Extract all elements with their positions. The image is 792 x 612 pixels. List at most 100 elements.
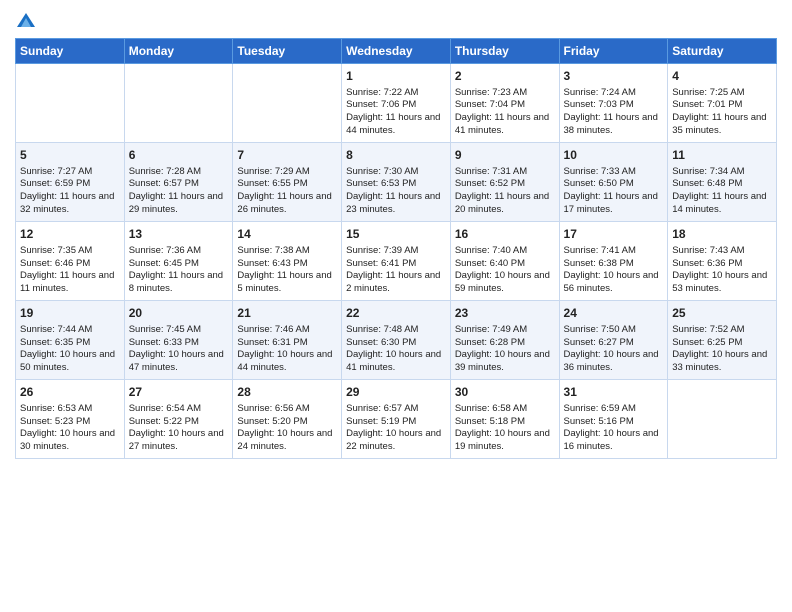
calendar-header-row: SundayMondayTuesdayWednesdayThursdayFrid… bbox=[16, 38, 777, 63]
calendar-cell: 5 Sunrise: 7:27 AM Sunset: 6:59 PM Daylig… bbox=[16, 142, 125, 221]
cell-content: Sunrise: 7:31 AM Sunset: 6:52 PM Dayligh… bbox=[455, 166, 555, 217]
calendar-cell: 25 Sunrise: 7:52 AM Sunset: 6:25 PM Dayli… bbox=[668, 300, 777, 379]
day-number: 18 bbox=[672, 226, 772, 243]
day-number: 7 bbox=[237, 147, 337, 164]
calendar-cell: 12 Sunrise: 7:35 AM Sunset: 6:46 PM Dayli… bbox=[16, 221, 125, 300]
cell-content: Sunrise: 7:49 AM Sunset: 6:28 PM Dayligh… bbox=[455, 324, 555, 375]
week-row-3: 12 Sunrise: 7:35 AM Sunset: 6:46 PM Dayli… bbox=[16, 221, 777, 300]
day-number: 13 bbox=[129, 226, 229, 243]
cell-content: Sunrise: 7:34 AM Sunset: 6:48 PM Dayligh… bbox=[672, 166, 772, 217]
calendar-cell: 26Sunrise: 6:53 AM Sunset: 5:23 PM Dayli… bbox=[16, 379, 125, 458]
week-row-5: 26Sunrise: 6:53 AM Sunset: 5:23 PM Dayli… bbox=[16, 379, 777, 458]
calendar-table: SundayMondayTuesdayWednesdayThursdayFrid… bbox=[15, 38, 777, 459]
cell-content: Sunrise: 7:52 AM Sunset: 6:25 PM Dayligh… bbox=[672, 324, 772, 375]
col-header-monday: Monday bbox=[124, 38, 233, 63]
cell-content: Sunrise: 7:48 AM Sunset: 6:30 PM Dayligh… bbox=[346, 324, 446, 375]
cell-content: Sunrise: 7:41 AM Sunset: 6:38 PM Dayligh… bbox=[564, 245, 664, 296]
cell-content: Sunrise: 7:30 AM Sunset: 6:53 PM Dayligh… bbox=[346, 166, 446, 217]
cell-content: Sunrise: 6:56 AM Sunset: 5:20 PM Dayligh… bbox=[237, 403, 337, 454]
calendar-cell bbox=[124, 63, 233, 142]
day-number: 9 bbox=[455, 147, 555, 164]
day-number: 24 bbox=[564, 305, 664, 322]
calendar-cell: 17 Sunrise: 7:41 AM Sunset: 6:38 PM Dayli… bbox=[559, 221, 668, 300]
cell-content: Sunrise: 7:24 AM Sunset: 7:03 PM Dayligh… bbox=[564, 87, 664, 138]
day-number: 25 bbox=[672, 305, 772, 322]
week-row-4: 19 Sunrise: 7:44 AM Sunset: 6:35 PM Dayli… bbox=[16, 300, 777, 379]
day-number: 3 bbox=[564, 68, 664, 85]
cell-content: Sunrise: 7:23 AM Sunset: 7:04 PM Dayligh… bbox=[455, 87, 555, 138]
week-row-2: 5 Sunrise: 7:27 AM Sunset: 6:59 PM Daylig… bbox=[16, 142, 777, 221]
cell-content: Sunrise: 6:54 AM Sunset: 5:22 PM Dayligh… bbox=[129, 403, 229, 454]
calendar-cell bbox=[668, 379, 777, 458]
cell-content: Sunrise: 7:44 AM Sunset: 6:35 PM Dayligh… bbox=[20, 324, 120, 375]
day-number: 8 bbox=[346, 147, 446, 164]
cell-content: Sunrise: 6:53 AM Sunset: 5:23 PM Dayligh… bbox=[20, 403, 120, 454]
week-row-1: 1 Sunrise: 7:22 AM Sunset: 7:06 PM Daylig… bbox=[16, 63, 777, 142]
col-header-wednesday: Wednesday bbox=[342, 38, 451, 63]
cell-content: Sunrise: 7:50 AM Sunset: 6:27 PM Dayligh… bbox=[564, 324, 664, 375]
calendar-cell bbox=[16, 63, 125, 142]
calendar-cell: 10 Sunrise: 7:33 AM Sunset: 6:50 PM Dayli… bbox=[559, 142, 668, 221]
cell-content: Sunrise: 7:25 AM Sunset: 7:01 PM Dayligh… bbox=[672, 87, 772, 138]
cell-content: Sunrise: 7:22 AM Sunset: 7:06 PM Dayligh… bbox=[346, 87, 446, 138]
cell-content: Sunrise: 7:40 AM Sunset: 6:40 PM Dayligh… bbox=[455, 245, 555, 296]
day-number: 4 bbox=[672, 68, 772, 85]
cell-content: Sunrise: 7:35 AM Sunset: 6:46 PM Dayligh… bbox=[20, 245, 120, 296]
calendar-cell: 23 Sunrise: 7:49 AM Sunset: 6:28 PM Dayli… bbox=[450, 300, 559, 379]
day-number: 21 bbox=[237, 305, 337, 322]
calendar-cell: 9 Sunrise: 7:31 AM Sunset: 6:52 PM Daylig… bbox=[450, 142, 559, 221]
day-number: 15 bbox=[346, 226, 446, 243]
col-header-saturday: Saturday bbox=[668, 38, 777, 63]
calendar-cell: 15 Sunrise: 7:39 AM Sunset: 6:41 PM Dayli… bbox=[342, 221, 451, 300]
cell-content: Sunrise: 7:27 AM Sunset: 6:59 PM Dayligh… bbox=[20, 166, 120, 217]
day-number: 16 bbox=[455, 226, 555, 243]
cell-content: Sunrise: 7:33 AM Sunset: 6:50 PM Dayligh… bbox=[564, 166, 664, 217]
calendar-cell: 8 Sunrise: 7:30 AM Sunset: 6:53 PM Daylig… bbox=[342, 142, 451, 221]
col-header-tuesday: Tuesday bbox=[233, 38, 342, 63]
col-header-thursday: Thursday bbox=[450, 38, 559, 63]
cell-content: Sunrise: 6:59 AM Sunset: 5:16 PM Dayligh… bbox=[564, 403, 664, 454]
day-number: 22 bbox=[346, 305, 446, 322]
day-number: 19 bbox=[20, 305, 120, 322]
day-number: 5 bbox=[20, 147, 120, 164]
cell-content: Sunrise: 7:28 AM Sunset: 6:57 PM Dayligh… bbox=[129, 166, 229, 217]
cell-content: Sunrise: 7:39 AM Sunset: 6:41 PM Dayligh… bbox=[346, 245, 446, 296]
cell-content: Sunrise: 7:38 AM Sunset: 6:43 PM Dayligh… bbox=[237, 245, 337, 296]
calendar-cell: 21Sunrise: 7:46 AM Sunset: 6:31 PM Dayli… bbox=[233, 300, 342, 379]
calendar-cell: 13 Sunrise: 7:36 AM Sunset: 6:45 PM Dayli… bbox=[124, 221, 233, 300]
day-number: 27 bbox=[129, 384, 229, 401]
day-number: 17 bbox=[564, 226, 664, 243]
calendar-cell: 3 Sunrise: 7:24 AM Sunset: 7:03 PM Daylig… bbox=[559, 63, 668, 142]
calendar-cell: 1 Sunrise: 7:22 AM Sunset: 7:06 PM Daylig… bbox=[342, 63, 451, 142]
calendar-cell: 19 Sunrise: 7:44 AM Sunset: 6:35 PM Dayli… bbox=[16, 300, 125, 379]
day-number: 2 bbox=[455, 68, 555, 85]
calendar-cell: 29 Sunrise: 6:57 AM Sunset: 5:19 PM Dayli… bbox=[342, 379, 451, 458]
calendar-page: SundayMondayTuesdayWednesdayThursdayFrid… bbox=[0, 0, 792, 612]
day-number: 31 bbox=[564, 384, 664, 401]
day-number: 28 bbox=[237, 384, 337, 401]
day-number: 23 bbox=[455, 305, 555, 322]
cell-content: Sunrise: 6:57 AM Sunset: 5:19 PM Dayligh… bbox=[346, 403, 446, 454]
calendar-cell: 30 Sunrise: 6:58 AM Sunset: 5:18 PM Dayli… bbox=[450, 379, 559, 458]
calendar-cell bbox=[233, 63, 342, 142]
calendar-cell: 7 Sunrise: 7:29 AM Sunset: 6:55 PM Daylig… bbox=[233, 142, 342, 221]
day-number: 1 bbox=[346, 68, 446, 85]
col-header-sunday: Sunday bbox=[16, 38, 125, 63]
cell-content: Sunrise: 7:29 AM Sunset: 6:55 PM Dayligh… bbox=[237, 166, 337, 217]
day-number: 12 bbox=[20, 226, 120, 243]
calendar-cell: 22 Sunrise: 7:48 AM Sunset: 6:30 PM Dayli… bbox=[342, 300, 451, 379]
calendar-cell: 4 Sunrise: 7:25 AM Sunset: 7:01 PM Daylig… bbox=[668, 63, 777, 142]
day-number: 29 bbox=[346, 384, 446, 401]
day-number: 6 bbox=[129, 147, 229, 164]
day-number: 10 bbox=[564, 147, 664, 164]
cell-content: Sunrise: 7:45 AM Sunset: 6:33 PM Dayligh… bbox=[129, 324, 229, 375]
calendar-cell: 24 Sunrise: 7:50 AM Sunset: 6:27 PM Dayli… bbox=[559, 300, 668, 379]
calendar-cell: 14Sunrise: 7:38 AM Sunset: 6:43 PM Dayli… bbox=[233, 221, 342, 300]
cell-content: Sunrise: 7:36 AM Sunset: 6:45 PM Dayligh… bbox=[129, 245, 229, 296]
day-number: 30 bbox=[455, 384, 555, 401]
day-number: 20 bbox=[129, 305, 229, 322]
calendar-cell: 11Sunrise: 7:34 AM Sunset: 6:48 PM Dayli… bbox=[668, 142, 777, 221]
col-header-friday: Friday bbox=[559, 38, 668, 63]
cell-content: Sunrise: 6:58 AM Sunset: 5:18 PM Dayligh… bbox=[455, 403, 555, 454]
calendar-cell: 27 Sunrise: 6:54 AM Sunset: 5:22 PM Dayli… bbox=[124, 379, 233, 458]
